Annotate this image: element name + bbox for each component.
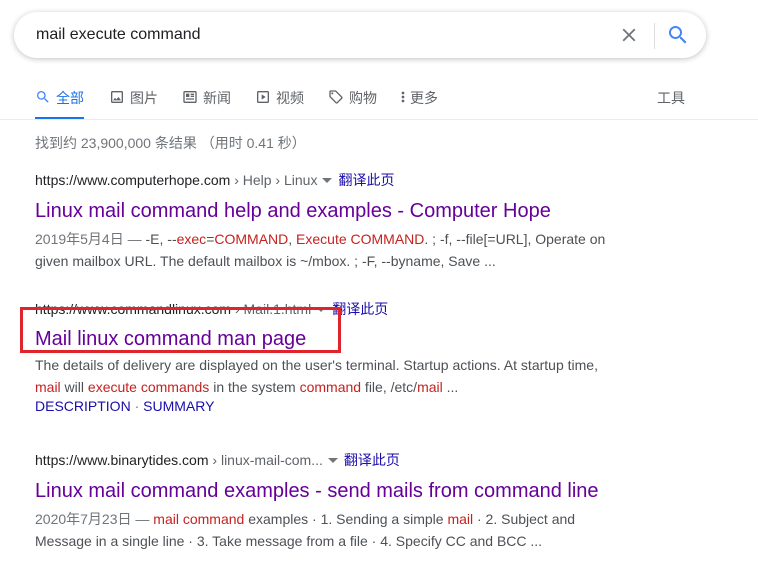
tabs-divider <box>0 119 758 120</box>
search-result: https://www.binarytides.com › linux-mail… <box>35 451 635 552</box>
tab-label: 全部 <box>56 90 84 106</box>
tab-label: 图片 <box>130 90 158 106</box>
tab-news[interactable]: 新闻 <box>182 84 231 118</box>
translate-link[interactable]: 翻译此页 <box>332 301 388 317</box>
tab-label: 购物 <box>349 90 377 106</box>
result-path: › linux-mail-com... <box>208 452 323 468</box>
image-icon <box>111 91 123 103</box>
result-path: › Mail.1.html <box>231 301 312 317</box>
result-domain[interactable]: https://www.computerhope.com <box>35 172 230 188</box>
result-snippet: 2019年5月4日 — -E, --exec=COMMAND, Execute … <box>35 228 625 272</box>
search-input[interactable] <box>36 12 596 58</box>
result-title[interactable]: Linux mail command examples - send mails… <box>35 478 599 504</box>
result-url: https://www.binarytides.com › linux-mail… <box>35 451 635 469</box>
sitelink-separator: · <box>130 398 144 414</box>
tab-all[interactable]: 全部 <box>35 84 84 120</box>
chevron-down-icon[interactable] <box>322 177 333 183</box>
result-date: 2019年5月4日 — <box>35 231 146 247</box>
search-result: https://www.computerhope.com › Help › Li… <box>35 171 635 272</box>
snippet-text: examples · 1. Sending a simple <box>244 511 448 527</box>
snippet-highlight: mail command <box>153 511 245 527</box>
snippet-highlight: mail <box>417 379 443 395</box>
result-snippet: The details of delivery are displayed on… <box>35 354 625 398</box>
snippet-text: will <box>60 379 88 395</box>
chevron-down-icon[interactable] <box>327 457 338 463</box>
chevron-down-icon[interactable] <box>316 306 327 312</box>
snippet-highlight: mail <box>35 379 61 395</box>
tab-shopping[interactable]: 购物 <box>328 84 377 118</box>
tab-label: 更多 <box>410 90 438 106</box>
sitelinks: DESCRIPTION · SUMMARY <box>35 398 635 414</box>
close-icon[interactable] <box>618 24 640 46</box>
result-stats: 找到约 23,900,000 条结果 （用时 0.41 秒） <box>35 135 306 151</box>
snippet-highlight: mail <box>447 511 474 527</box>
result-url: https://www.computerhope.com › Help › Li… <box>35 171 635 189</box>
result-domain[interactable]: https://www.commandlinux.com <box>35 301 231 317</box>
result-date: 2020年7月23日 — <box>35 511 154 527</box>
search-tabs: 全部 图片 新闻 视频 购物 更多 工具 <box>0 84 758 120</box>
sitelink-description[interactable]: DESCRIPTION <box>35 398 131 414</box>
snippet-highlight: execute commands <box>87 379 210 395</box>
search-icon <box>37 91 49 103</box>
search-box <box>14 12 706 58</box>
result-title[interactable]: Mail linux command man page <box>35 326 306 352</box>
result-path: › Help › Linux <box>230 172 318 188</box>
snippet-highlight: command <box>299 379 362 395</box>
snippet-text: ... <box>442 379 459 395</box>
video-icon <box>257 91 269 103</box>
snippet-highlight: exec <box>176 231 207 247</box>
tab-label: 视频 <box>276 90 304 106</box>
search-result: https://www.commandlinux.com › Mail.1.ht… <box>35 300 635 414</box>
tools-button[interactable]: 工具 <box>657 84 685 118</box>
more-icon <box>401 91 405 103</box>
snippet-text: in the system <box>209 379 300 395</box>
result-title[interactable]: Linux mail command help and examples - C… <box>35 198 551 224</box>
snippet-highlight: Execute COMMAND <box>296 231 425 247</box>
snippet-text: -E, -- <box>145 231 177 247</box>
result-snippet: 2020年7月23日 — mail command examples · 1. … <box>35 508 625 552</box>
translate-link[interactable]: 翻译此页 <box>338 172 394 188</box>
result-domain[interactable]: https://www.binarytides.com <box>35 452 209 468</box>
translate-link[interactable]: 翻译此页 <box>344 452 400 468</box>
news-icon <box>183 91 197 103</box>
search-icon[interactable] <box>666 23 690 47</box>
snippet-text: , <box>288 231 297 247</box>
snippet-highlight: COMMAND <box>214 231 289 247</box>
snippet-text: file, /etc/ <box>361 379 418 395</box>
search-divider <box>654 23 655 49</box>
sitelink-summary[interactable]: SUMMARY <box>143 398 214 414</box>
tag-icon <box>329 90 343 104</box>
tab-videos[interactable]: 视频 <box>255 84 304 118</box>
tab-images[interactable]: 图片 <box>109 84 158 118</box>
tools-label: 工具 <box>657 90 685 106</box>
tab-label: 新闻 <box>203 90 231 106</box>
tab-more[interactable]: 更多 <box>400 84 438 118</box>
snippet-text: The details of delivery are displayed on… <box>35 357 598 373</box>
result-url: https://www.commandlinux.com › Mail.1.ht… <box>35 300 635 318</box>
